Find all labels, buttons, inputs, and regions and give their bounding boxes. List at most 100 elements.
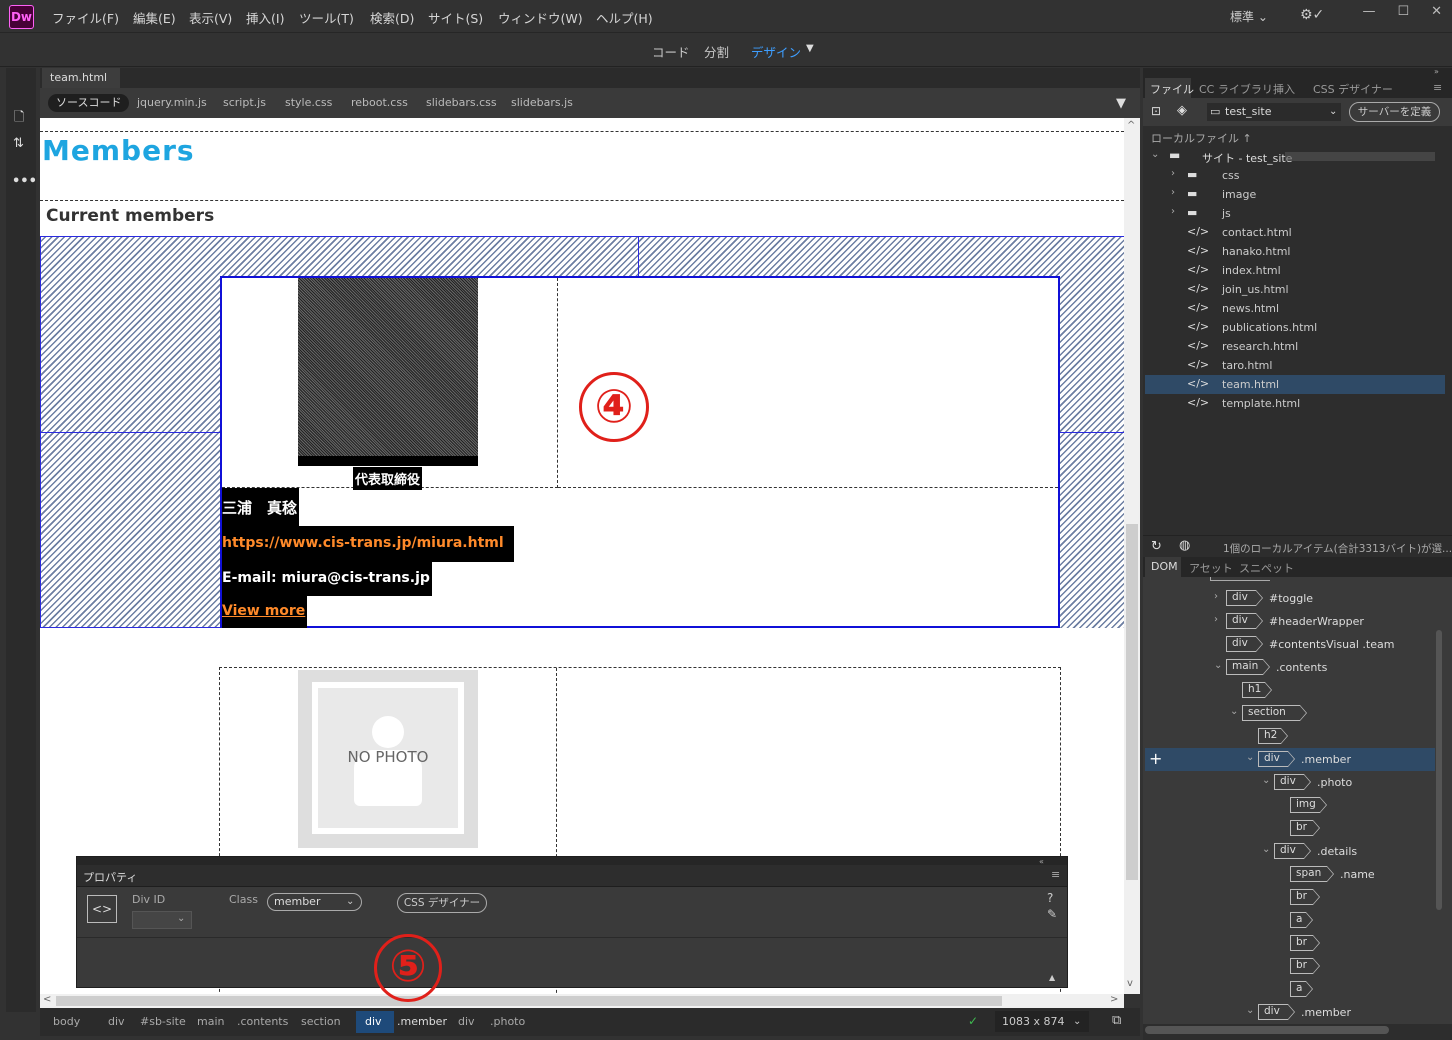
chevron-right-icon[interactable]: › <box>1214 614 1218 625</box>
file-row[interactable]: </> taro.html <box>1145 356 1445 375</box>
class-select[interactable]: member ⌄ <box>267 893 362 911</box>
add-element-icon[interactable]: + <box>1149 749 1162 768</box>
related-file[interactable]: script.js <box>223 96 266 109</box>
file-row[interactable]: </> publications.html <box>1145 318 1445 337</box>
edit-icon[interactable]: ✎ <box>1047 907 1057 921</box>
chevron-down-icon[interactable]: ⌄ <box>1262 844 1270 855</box>
file-row[interactable]: </> hanako.html <box>1145 242 1445 261</box>
tag-crumb[interactable]: .member <box>397 1015 447 1028</box>
filter-icon[interactable]: ▼ <box>1116 96 1126 111</box>
related-file[interactable]: reboot.css <box>351 96 408 109</box>
dom-node-row[interactable]: a <box>1145 978 1435 1001</box>
menu-file[interactable]: ファイル(F) <box>52 8 119 27</box>
window-size-select[interactable]: 1083 x 874 ⌄ <box>995 1011 1089 1032</box>
file-row[interactable]: </> template.html <box>1145 394 1445 413</box>
more-icon[interactable]: ••• <box>12 174 37 189</box>
scroll-left-icon[interactable]: < <box>43 994 51 1005</box>
scrollbar-thumb[interactable] <box>56 996 1002 1006</box>
view-more-link[interactable]: View more <box>222 596 308 628</box>
member-url-link[interactable]: https://www.cis-trans.jp/miura.html <box>222 535 504 551</box>
dom-node-row[interactable]: br <box>1145 932 1435 955</box>
tag-crumb[interactable]: section <box>301 1015 341 1028</box>
no-photo-image[interactable]: NO PHOTO <box>298 670 478 848</box>
refresh-icon[interactable]: ↻ <box>1151 539 1162 554</box>
document-tab-team[interactable]: team.html × <box>42 68 120 104</box>
related-file[interactable]: style.css <box>285 96 332 109</box>
dom-node-row[interactable]: ⌄ div .details <box>1145 840 1435 863</box>
file-row-selected[interactable]: </> team.html <box>1145 375 1445 394</box>
scroll-down-icon[interactable]: v <box>1127 978 1133 989</box>
scrollbar-thumb[interactable] <box>1145 1026 1389 1034</box>
dom-hscroll[interactable] <box>1143 1024 1452 1038</box>
folder-row[interactable]: › ▬ image <box>1145 185 1445 204</box>
folder-row[interactable]: › ▬ js <box>1145 204 1445 223</box>
define-server-button[interactable]: サーバーを定義 <box>1349 102 1440 122</box>
menu-edit[interactable]: 編集(E) <box>133 8 176 27</box>
member-photo[interactable] <box>298 278 478 466</box>
horizontal-scrollbar[interactable]: < > <box>40 994 1124 1008</box>
local-files-label[interactable]: ローカルファイル ↑ <box>1151 130 1252 146</box>
file-row[interactable]: </> index.html <box>1145 261 1445 280</box>
menu-site[interactable]: サイト(S) <box>428 8 483 27</box>
assets-tab[interactable]: アセット <box>1189 560 1233 576</box>
vertical-scrollbar[interactable]: ^ v <box>1124 118 1140 994</box>
menu-view[interactable]: 表示(V) <box>189 8 232 27</box>
menu-help[interactable]: ヘルプ(H) <box>596 8 653 27</box>
tag-crumb[interactable]: div <box>458 1015 475 1028</box>
live-preview-icon[interactable]: ⧉ <box>1112 1013 1121 1028</box>
chevron-down-icon[interactable]: ⌄ <box>1262 775 1270 786</box>
git-icon[interactable]: ◈ <box>1177 103 1187 118</box>
chevron-down-icon[interactable]: ⌄ <box>1230 706 1238 717</box>
view-code-tab[interactable]: コード <box>652 42 690 61</box>
dom-node-row[interactable]: div #contentsVisual .team <box>1145 633 1435 656</box>
chevron-down-icon[interactable]: ⌄ <box>1214 660 1222 671</box>
tag-crumb[interactable]: .contents <box>237 1015 288 1028</box>
dom-node-row[interactable]: br <box>1145 817 1435 840</box>
site-root-row[interactable]: ⌄ ▬ サイト - test_site <box>1145 147 1445 166</box>
tag-crumb[interactable]: body <box>53 1015 80 1028</box>
dom-node-row[interactable]: a <box>1145 909 1435 932</box>
chevron-down-icon[interactable]: ⌄ <box>1246 752 1254 763</box>
site-icon[interactable]: ⊡ <box>1151 104 1161 118</box>
transfer-icon[interactable]: ⇅ <box>13 136 24 151</box>
chevron-down-icon[interactable]: ⌄ <box>1246 1005 1254 1016</box>
dom-node-row[interactable]: ⌄ div .photo <box>1145 771 1435 794</box>
file-row[interactable]: </> research.html <box>1145 337 1445 356</box>
maximize-icon[interactable]: ☐ <box>1397 4 1409 19</box>
dom-scrollbar-thumb[interactable] <box>1436 630 1442 910</box>
div-id-field[interactable]: ⌄ <box>132 911 192 929</box>
menu-tools[interactable]: ツール(T) <box>299 8 354 27</box>
view-design-tab[interactable]: デザイン <box>751 42 801 61</box>
minimize-icon[interactable]: — <box>1362 4 1375 19</box>
help-icon[interactable]: ? <box>1047 891 1053 905</box>
related-file[interactable]: jquery.min.js <box>137 96 207 109</box>
view-menu-chevron-icon[interactable]: ▼ <box>806 43 814 54</box>
panel-menu-icon[interactable]: ≡ <box>1433 81 1442 94</box>
css-designer-tab[interactable]: CSS デザイナー <box>1313 81 1393 97</box>
dom-node-row[interactable]: br <box>1145 886 1435 909</box>
scroll-up-icon[interactable]: ^ <box>1127 120 1135 131</box>
close-icon[interactable]: ✕ <box>1431 4 1442 19</box>
dom-node-row[interactable]: img <box>1145 794 1435 817</box>
dom-node-row[interactable]: br <box>1145 955 1435 978</box>
related-file[interactable]: slidebars.css <box>426 96 497 109</box>
dom-tab[interactable]: DOM <box>1151 560 1178 573</box>
insert-tab[interactable]: 挿入 <box>1273 81 1295 97</box>
globe-icon[interactable]: ◍ <box>1179 538 1190 553</box>
chevron-right-icon[interactable]: › <box>1214 591 1218 602</box>
gear-sync-icon[interactable]: ⚙✓ <box>1300 7 1324 23</box>
expand-triangle-icon[interactable]: ▲ <box>1049 973 1055 982</box>
cc-libraries-tab[interactable]: CC ライブラリ <box>1199 81 1273 97</box>
scrollbar-thumb[interactable] <box>1126 524 1138 880</box>
snippets-tab[interactable]: スニペット <box>1239 560 1294 576</box>
dom-node-row[interactable]: h1 <box>1145 679 1435 702</box>
file-row[interactable]: </> news.html <box>1145 299 1445 318</box>
tag-crumb[interactable]: main <box>197 1015 224 1028</box>
properties-tab[interactable]: プロパティ <box>83 869 137 885</box>
view-split-tab[interactable]: 分割 <box>704 42 729 61</box>
collapse-icon[interactable]: » <box>1434 67 1439 76</box>
dom-node-row[interactable]: span .name <box>1145 863 1435 886</box>
tag-crumb[interactable]: #sb-site <box>140 1015 186 1028</box>
dom-node-row[interactable]: ⌄ section <box>1145 702 1435 725</box>
dom-node-row[interactable]: ⌄ div .member + <box>1145 748 1435 771</box>
